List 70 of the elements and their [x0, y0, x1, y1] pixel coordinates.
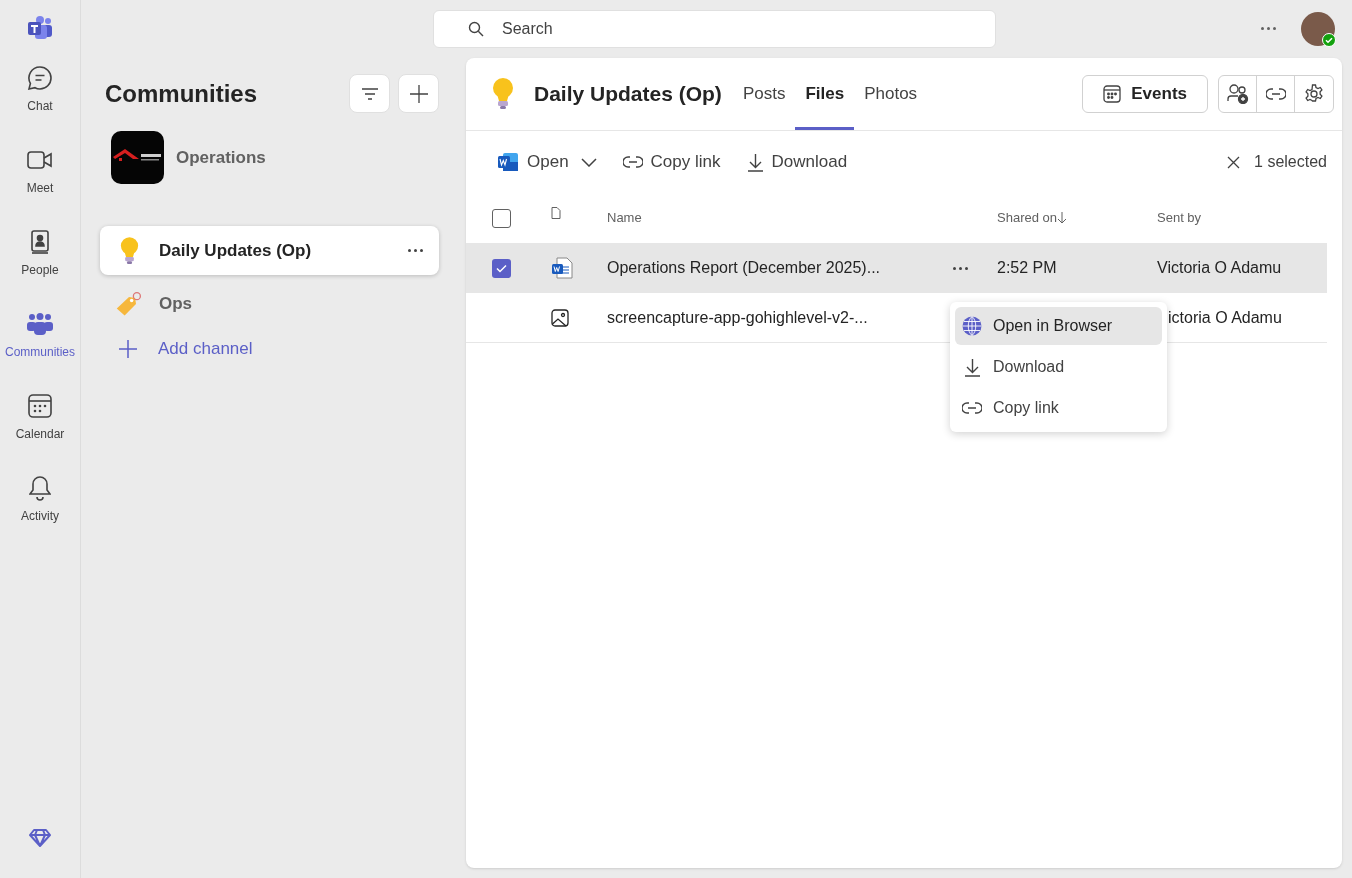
sort-down-icon: [1057, 212, 1067, 224]
bulb-icon: [492, 78, 514, 110]
filter-button[interactable]: [349, 74, 390, 113]
app-bar-item[interactable]: People: [4, 220, 76, 288]
bell-icon: [29, 475, 51, 501]
app-bar-item[interactable]: Activity: [4, 466, 76, 534]
word-icon: [497, 152, 519, 172]
shared-time: 2:52 PM: [997, 258, 1058, 278]
tab[interactable]: Photos: [854, 58, 928, 130]
add-button[interactable]: [398, 74, 439, 113]
open-button[interactable]: Open: [497, 149, 597, 175]
link-icon: [962, 402, 982, 414]
column-header[interactable]: Sent by: [1157, 208, 1202, 228]
panel-title: Communities: [105, 78, 257, 109]
filter-icon: [361, 87, 378, 100]
calendar-icon: [1103, 85, 1122, 103]
plus-icon: [409, 84, 428, 103]
globe-icon: [962, 316, 982, 336]
download-icon: [746, 152, 764, 172]
add-person-icon: [1226, 84, 1249, 104]
file-type-icon: [551, 207, 561, 219]
channel-item[interactable]: Ops: [100, 279, 439, 328]
video-camera-icon: [27, 150, 53, 170]
copy-link-button[interactable]: Copy link: [622, 149, 721, 175]
app-bar-item[interactable]: Calendar: [4, 384, 76, 452]
sender-name: ictoria O Adamu: [1168, 307, 1282, 328]
channel-title: Daily Updates (Op): [534, 81, 722, 108]
column-header[interactable]: Name: [607, 208, 997, 228]
clear-selection-button[interactable]: 1 selected: [1227, 150, 1327, 174]
settings-icon: [1304, 84, 1324, 104]
file-row[interactable]: Operations Report (December 2025)... 2:52 PM Victoria O Adamu: [466, 243, 1327, 293]
tag-icon: [115, 289, 143, 318]
app-bar-item[interactable]: Chat: [4, 56, 76, 124]
file-name[interactable]: Operations Report (December 2025)...: [607, 256, 953, 280]
menu-item[interactable]: Copy link: [955, 389, 1162, 427]
download-button[interactable]: Download: [746, 149, 848, 175]
people-group-icon: [27, 313, 53, 335]
bulb-icon: [119, 236, 139, 265]
image-file-icon: [551, 308, 569, 327]
menu-item[interactable]: Open in Browser: [955, 307, 1162, 345]
word-document-icon: [551, 257, 573, 279]
more-icon[interactable]: [408, 249, 423, 252]
search-field[interactable]: Search: [433, 10, 996, 48]
download-icon: [963, 357, 981, 377]
tab[interactable]: Files: [795, 58, 855, 130]
link-icon: [1265, 88, 1286, 100]
plus-icon: [119, 339, 137, 358]
file-name[interactable]: screencapture-app-gohighlevel-v2-...: [607, 305, 953, 330]
chat-icon: [27, 65, 53, 91]
app-bar-item[interactable]: Communities: [4, 302, 76, 370]
link-icon: [622, 156, 643, 168]
teams-logo-icon[interactable]: [27, 16, 53, 40]
search-icon: [468, 21, 484, 37]
checkbox[interactable]: [492, 258, 511, 278]
menu-item[interactable]: Download: [955, 348, 1162, 386]
checkbox[interactable]: [492, 208, 511, 228]
tab[interactable]: Posts: [732, 58, 796, 130]
column-header[interactable]: Shared on: [997, 208, 1057, 228]
chevron-down-icon: [580, 157, 597, 167]
diamond-icon[interactable]: [29, 828, 51, 848]
events-button[interactable]: Events: [1082, 75, 1208, 113]
contact-book-icon: [30, 229, 50, 255]
more-icon[interactable]: [953, 266, 968, 270]
close-icon: [1227, 155, 1241, 169]
community-name[interactable]: Operations: [176, 144, 266, 171]
app-bar-item[interactable]: Meet: [4, 138, 76, 206]
add-channel-button[interactable]: Add channel: [119, 336, 439, 362]
sender-name: Victoria O Adamu: [1157, 258, 1282, 278]
calendar-icon: [28, 394, 52, 418]
channel-item[interactable]: Daily Updates (Op): [100, 226, 439, 275]
